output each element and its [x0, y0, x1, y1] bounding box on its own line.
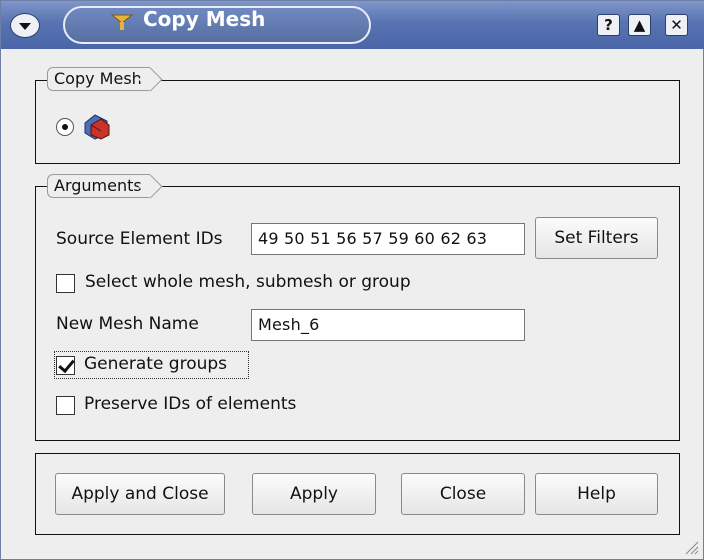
copy-mesh-legend: Copy Mesh: [47, 67, 150, 91]
apply-and-close-button[interactable]: Apply and Close: [55, 473, 225, 515]
copy-mesh-radio[interactable]: [56, 118, 74, 136]
set-filters-button[interactable]: Set Filters: [535, 217, 658, 259]
copy-mesh-icon: [84, 114, 110, 140]
source-element-ids-label: Source Element IDs: [56, 229, 223, 249]
close-button[interactable]: Close: [401, 473, 525, 515]
shade-button[interactable]: ▲: [628, 14, 651, 36]
select-whole-mesh-label: Select whole mesh, submesh or group: [85, 272, 411, 292]
window-menu-button[interactable]: [10, 13, 40, 38]
title-bar[interactable]: Copy Mesh ? ▲ ✕: [1, 1, 704, 49]
help-button[interactable]: Help: [535, 473, 658, 515]
window-title: Copy Mesh: [143, 7, 266, 31]
app-icon: [110, 14, 134, 30]
select-whole-mesh-checkbox[interactable]: [56, 274, 75, 293]
preserve-ids-label: Preserve IDs of elements: [84, 394, 297, 414]
preserve-ids-checkbox[interactable]: [56, 396, 75, 415]
source-element-ids-field[interactable]: 49 50 51 56 57 59 60 62 63: [251, 223, 525, 255]
apply-button[interactable]: Apply: [252, 473, 376, 515]
close-title-button[interactable]: ✕: [665, 14, 688, 36]
help-title-button[interactable]: ?: [597, 14, 620, 36]
new-mesh-name-label: New Mesh Name: [56, 314, 199, 334]
new-mesh-name-field[interactable]: Mesh_6: [251, 309, 525, 341]
chevron-down-icon: [19, 23, 31, 30]
generate-groups-label: Generate groups: [84, 354, 228, 374]
resize-grip-icon[interactable]: [683, 539, 699, 555]
copy-mesh-dialog: Copy Mesh ? ▲ ✕ Copy Mesh Arguments Sour…: [0, 0, 704, 560]
copy-mesh-group: [35, 80, 680, 164]
arguments-legend: Arguments: [47, 174, 150, 198]
